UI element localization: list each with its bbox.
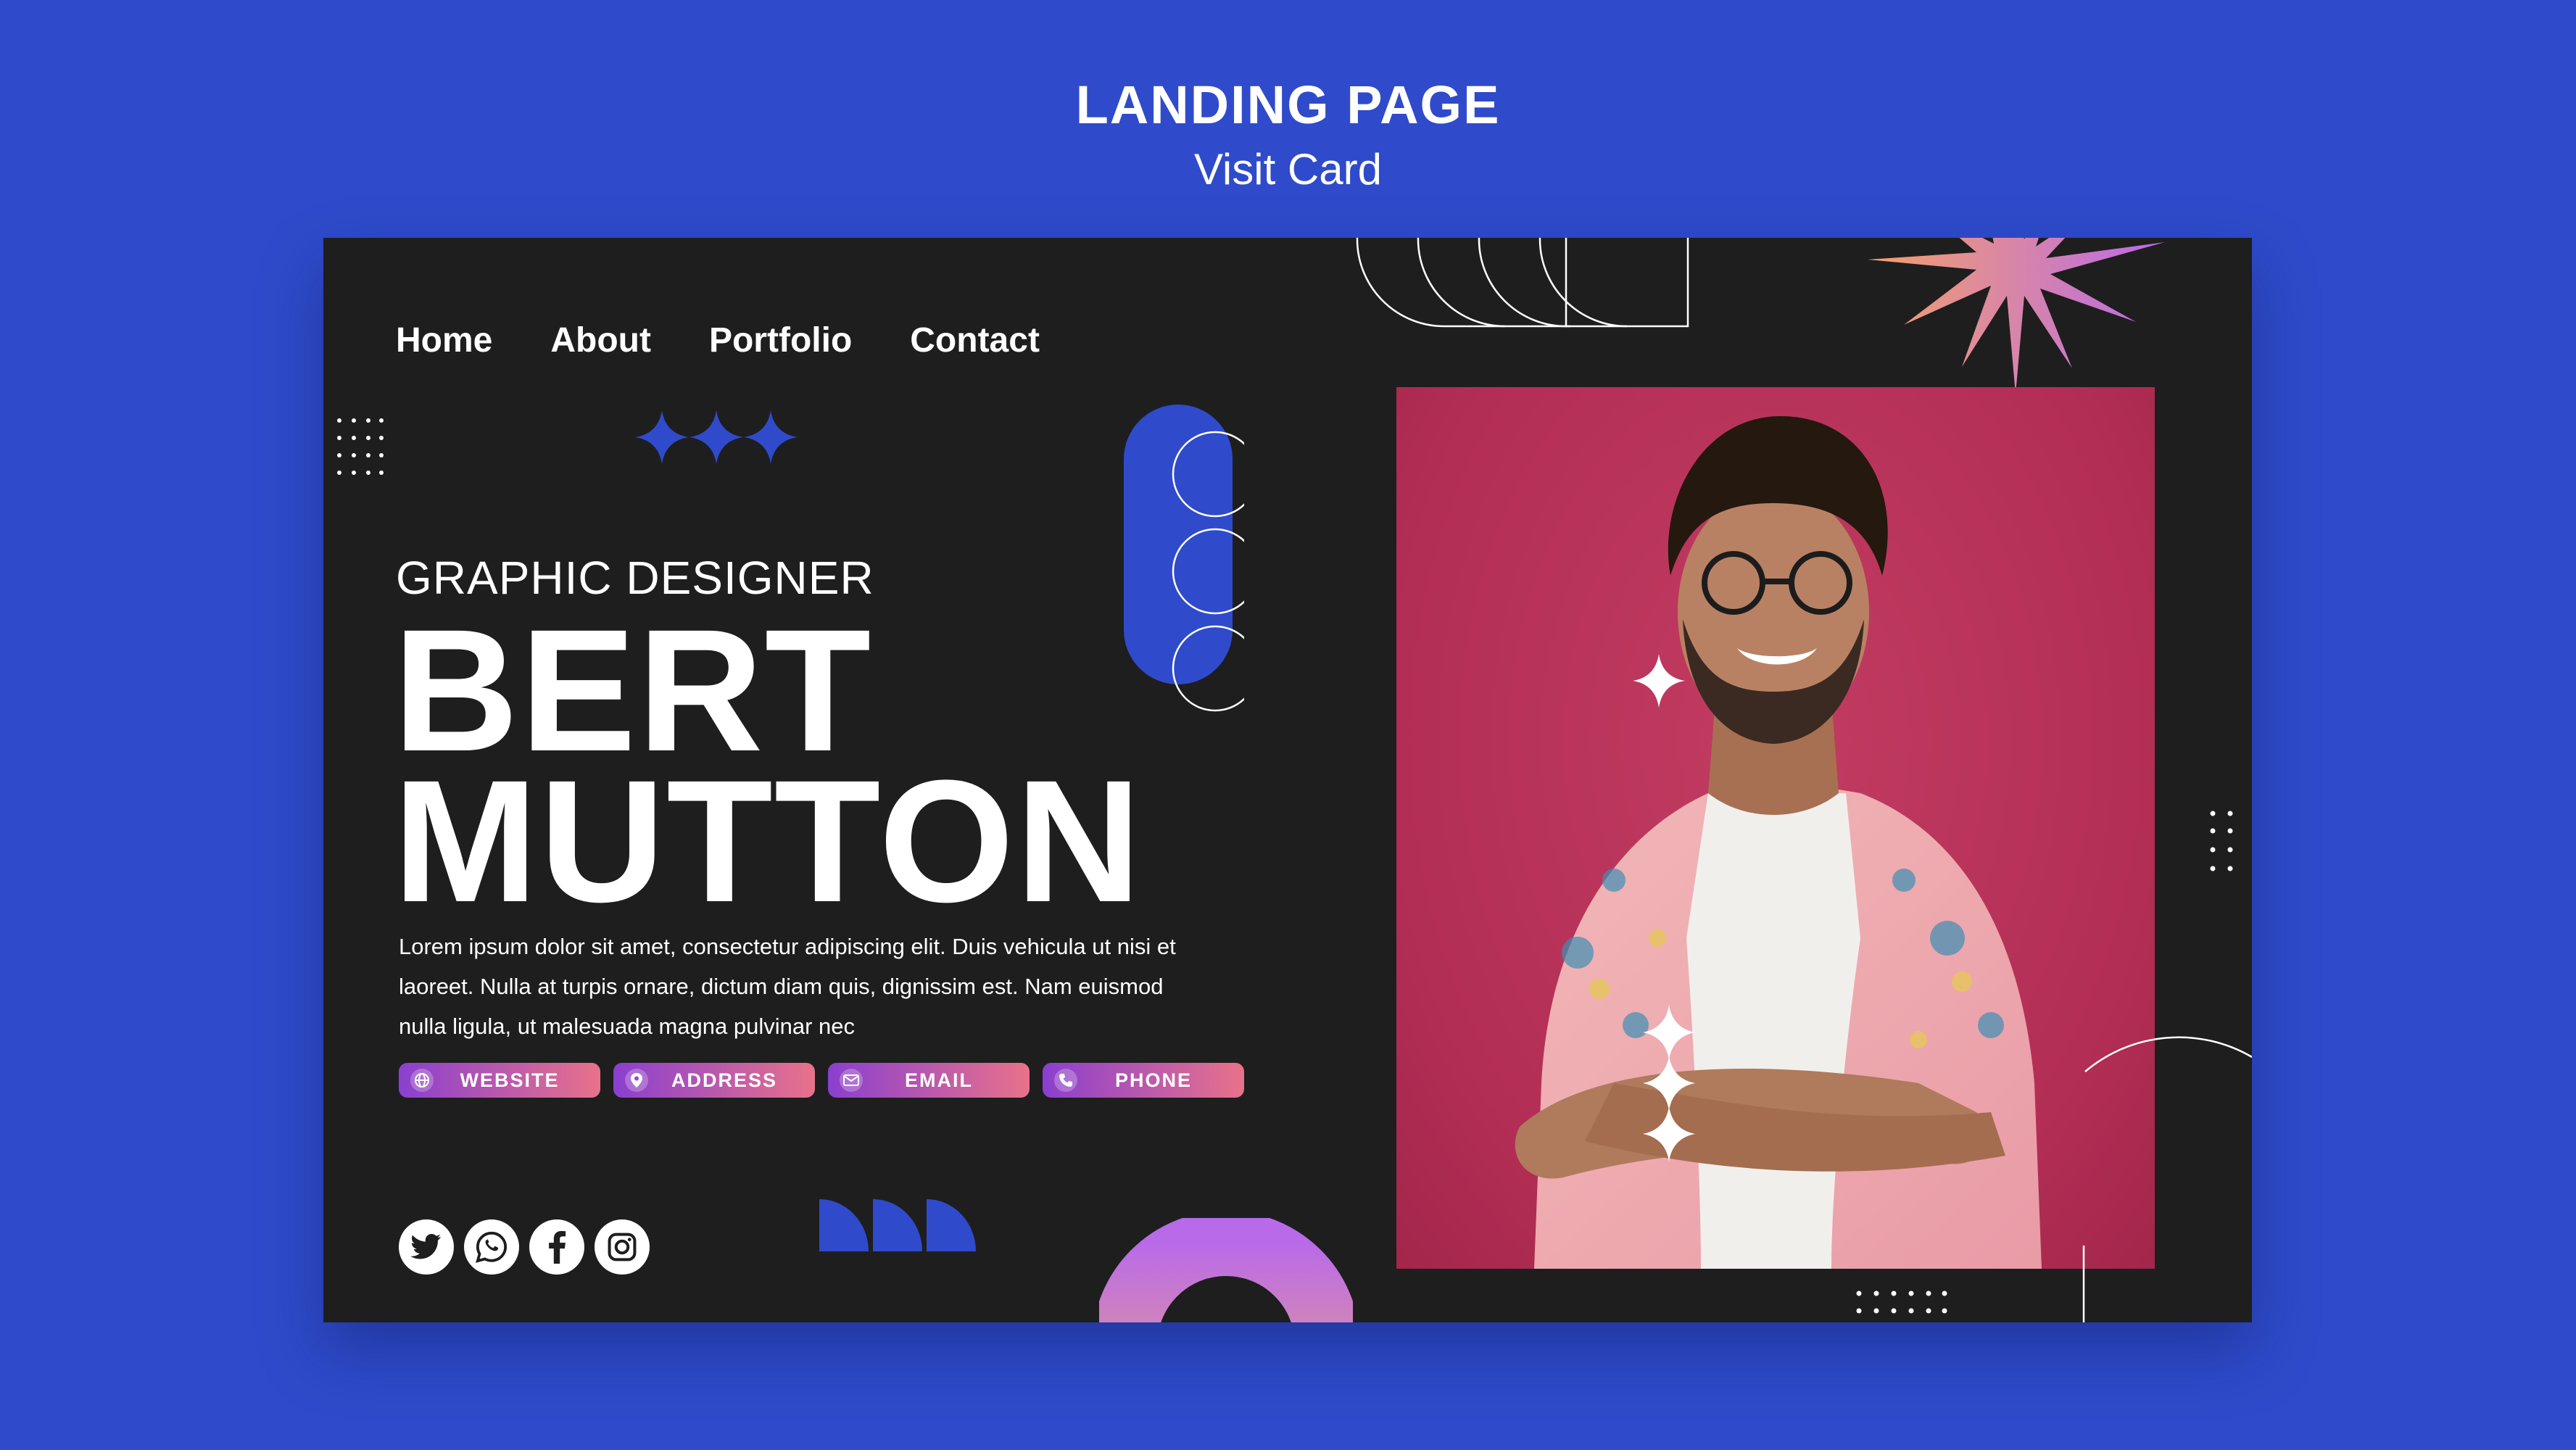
nav-about[interactable]: About (550, 320, 651, 360)
person-illustration (1515, 416, 2042, 1269)
address-label: ADDRESS (671, 1069, 778, 1091)
page-header: LANDING PAGE Visit Card (0, 78, 2576, 191)
phone-label: PHONE (1114, 1069, 1193, 1091)
whatsapp-icon[interactable] (464, 1219, 519, 1275)
nav-home[interactable]: Home (396, 320, 492, 360)
dot-grid-decoration (337, 418, 384, 475)
hero-bio: Lorem ipsum dolor sit amet, consectetur … (399, 927, 1254, 1046)
phone-button[interactable]: PHONE (1043, 1063, 1244, 1098)
website-button[interactable]: WEBSITE (399, 1063, 600, 1098)
dot-grid-right-decoration (2210, 811, 2233, 871)
arc-line-decoration (2082, 1036, 2252, 1322)
globe-icon (410, 1069, 434, 1092)
hero-name-line1: BERT (393, 593, 873, 787)
instagram-icon[interactable] (595, 1219, 650, 1275)
twitter-icon[interactable] (399, 1219, 454, 1275)
starburst-decoration (1868, 238, 2165, 394)
gradient-ring-decoration (1099, 1218, 1353, 1322)
nav-portfolio[interactable]: Portfolio (709, 320, 852, 360)
phone-icon (1054, 1069, 1077, 1092)
email-button[interactable]: EMAIL (828, 1063, 1030, 1098)
address-button[interactable]: ADDRESS (613, 1063, 815, 1098)
website-label: WEBSITE (460, 1069, 560, 1091)
blue-sparkles-decoration (635, 410, 798, 464)
social-links (399, 1219, 650, 1275)
hero-name-line2: MUTTON (393, 744, 1143, 938)
landing-card: Home About Portfolio Contact GRAPHIC DES… (323, 238, 2252, 1322)
white-sparkles-decoration (1643, 1005, 1695, 1161)
arches-decoration (1356, 238, 1689, 328)
page-title: LANDING PAGE (1075, 75, 1501, 135)
profile-photo (1396, 387, 2155, 1269)
hero-bio-line: nulla ligula, ut malesuada magna pulvina… (399, 1014, 856, 1039)
email-label: EMAIL (905, 1069, 973, 1091)
main-nav: Home About Portfolio Contact (396, 320, 1040, 360)
dot-row-decoration (1856, 1290, 1947, 1314)
page-subtitle: Visit Card (1194, 145, 1382, 194)
mail-icon (840, 1069, 863, 1092)
hero-bio-line: Lorem ipsum dolor sit amet, consectetur … (399, 934, 1176, 959)
facebook-icon[interactable] (529, 1219, 584, 1275)
nav-contact[interactable]: Contact (910, 320, 1040, 360)
hero-bio-line: laoreet. Nulla at turpis ornare, dictum … (399, 974, 1164, 999)
quarter-circles-decoration (819, 1199, 976, 1251)
hero-name: BERT MUTTON (393, 593, 1143, 938)
contact-buttons: WEBSITE ADDRESS EMAIL PHONE (399, 1063, 1244, 1098)
location-pin-icon (625, 1069, 648, 1092)
